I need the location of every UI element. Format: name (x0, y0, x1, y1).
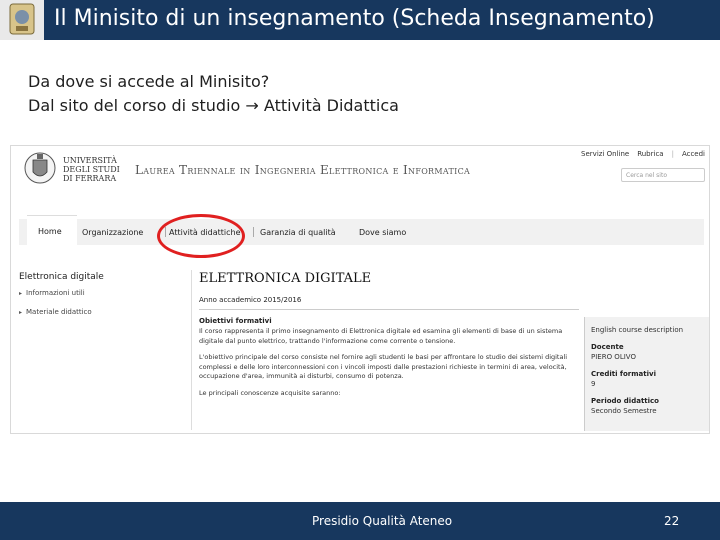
tab-organizzazione[interactable]: Organizzazione (82, 228, 143, 237)
objectives-paragraph: L'obiettivo principale del corso consist… (199, 353, 568, 380)
tab-garanzia-qualita[interactable]: Garanzia di qualità (260, 228, 336, 237)
slide-title: Il Minisito di un insegnamento (Scheda I… (54, 6, 655, 31)
search-input[interactable]: Cerca nel sito (621, 168, 705, 182)
university-name-line1: UNIVERSITÀ (63, 156, 117, 165)
sidebar: Elettronica digitale Informazioni utili … (19, 272, 104, 326)
periodo-value: Secondo Semestre (591, 407, 657, 415)
page-number: 22 (664, 514, 680, 528)
english-description-link[interactable]: English course description (591, 325, 683, 335)
tab-home-label: Home (38, 227, 62, 236)
website-screenshot: UNIVERSITÀ DEGLI STUDI DI FERRARA Laurea… (10, 145, 710, 434)
link-rubrica[interactable]: Rubrica (637, 150, 663, 158)
slide-header-bar: Il Minisito di un insegnamento (Scheda I… (0, 0, 720, 40)
link-accedi[interactable]: Accedi (682, 150, 705, 158)
main-nav: Home Organizzazione Attività didattiche … (19, 215, 704, 246)
tab-home[interactable]: Home (27, 215, 77, 246)
docente-label: Docente (591, 343, 624, 351)
sidebar-title: Elettronica digitale (19, 272, 104, 282)
content-divider (191, 270, 192, 430)
nav-separator (253, 227, 254, 237)
sidebar-item-materiale[interactable]: Materiale didattico (19, 307, 104, 318)
course-title: Laurea Triennale in Ingegneria Elettroni… (135, 163, 471, 177)
intro-question: Da dove si accede al Minisito? (28, 72, 270, 91)
title-divider (199, 309, 579, 310)
crediti-value: 9 (591, 380, 596, 388)
course-info-box: English course description Docente PIERO… (584, 317, 709, 431)
university-name-line2: DEGLI STUDI (63, 165, 120, 174)
highlight-circle (157, 214, 245, 258)
intro-answer: Dal sito del corso di studio → Attività … (28, 96, 399, 115)
link-servizi-online[interactable]: Servizi Online (581, 150, 629, 158)
university-seal-logo (0, 0, 44, 40)
university-name-line3: DI FERRARA (63, 174, 117, 183)
tab-dove-siamo[interactable]: Dove siamo (359, 228, 406, 237)
unife-seal-icon (23, 148, 57, 192)
university-name: UNIVERSITÀ DEGLI STUDI DI FERRARA (63, 156, 120, 183)
sidebar-item-informazioni[interactable]: Informazioni utili (19, 288, 104, 299)
objectives-heading: Obiettivi formativi (199, 317, 272, 325)
crediti-label: Crediti formativi (591, 370, 656, 378)
academic-year: Anno accademico 2015/2016 (199, 296, 302, 304)
objectives-paragraph: Il corso rappresenta il primo insegnamen… (199, 327, 563, 345)
course-page-title: ELETTRONICA DIGITALE (199, 271, 372, 286)
objectives-paragraph: Le principali conoscenze acquisite saran… (199, 388, 341, 397)
objectives-text: Il corso rappresenta il primo insegnamen… (199, 327, 584, 405)
docente-value[interactable]: PIERO OLIVO (591, 352, 636, 362)
top-links-separator: | (671, 150, 674, 158)
top-links: Servizi Online Rubrica | Accedi (581, 150, 705, 158)
footer-text: Presidio Qualità Ateneo (312, 514, 453, 528)
intro-text: Da dove si accede al Minisito? Dal sito … (28, 70, 399, 118)
periodo-label: Periodo didattico (591, 397, 659, 405)
